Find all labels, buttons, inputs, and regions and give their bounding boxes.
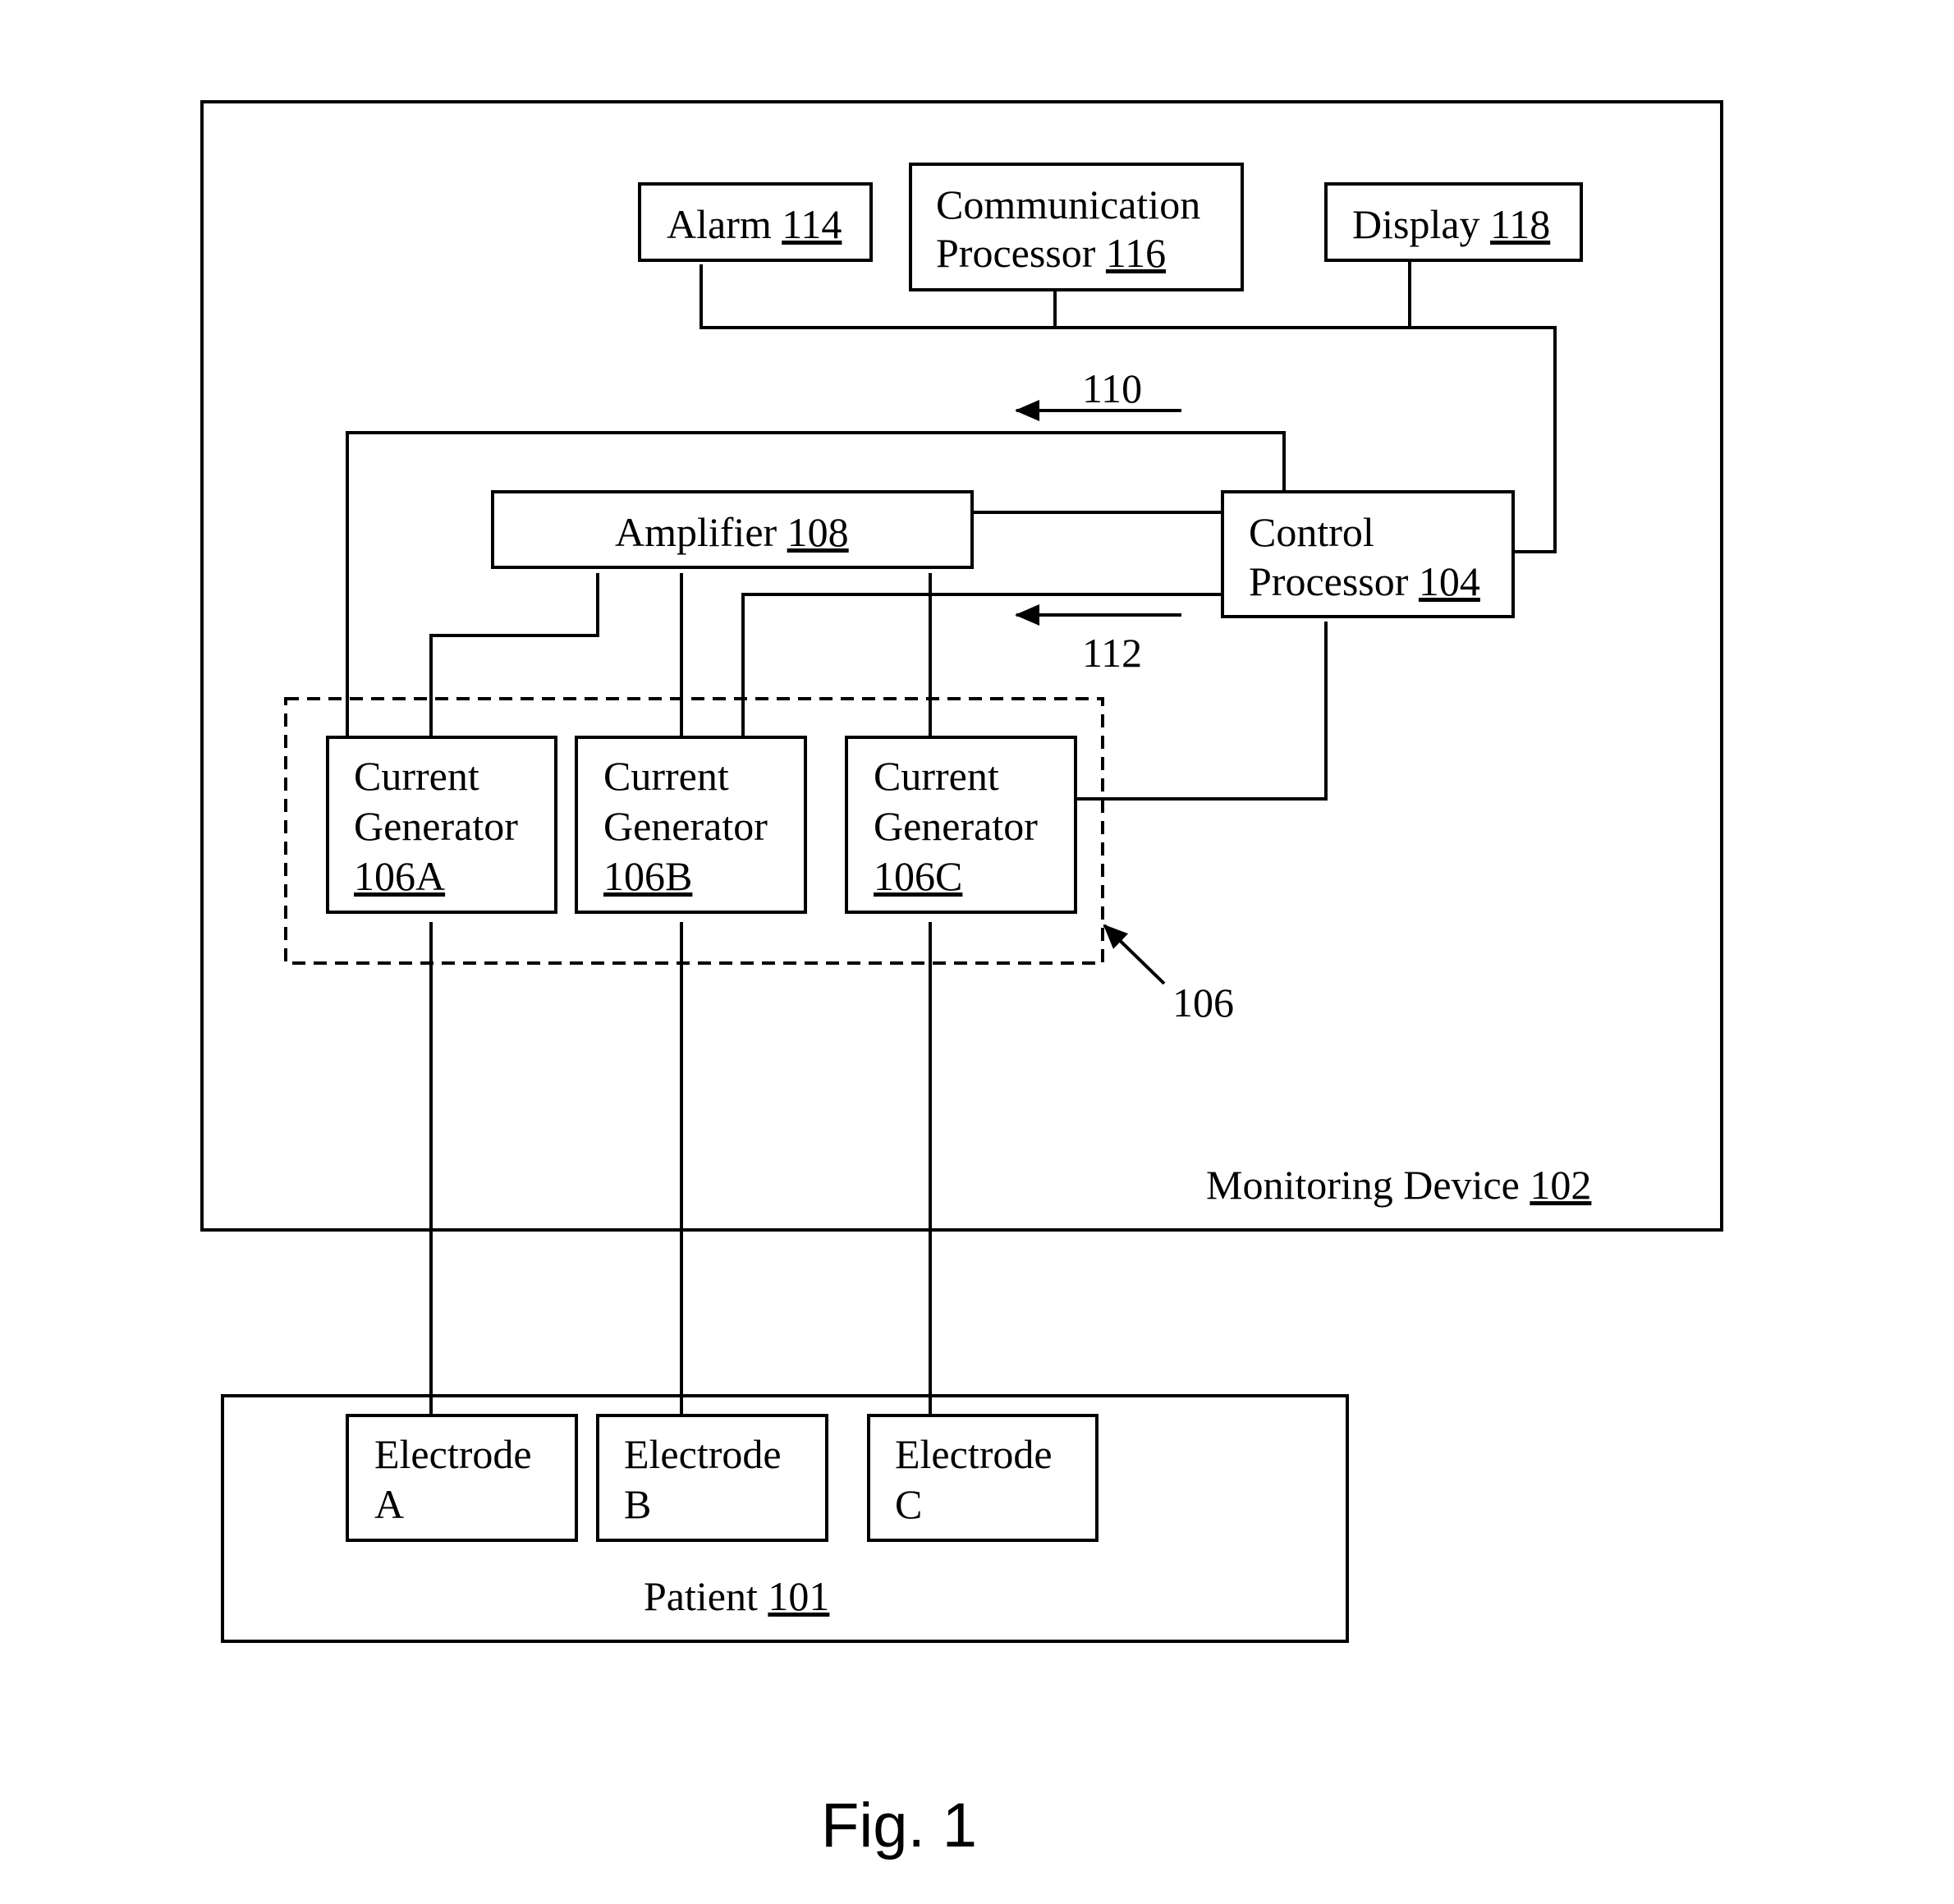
signal-110-label: 110 xyxy=(1082,365,1142,411)
current-generator-a: Current Generator 106A xyxy=(326,736,557,914)
current-generator-a-label-line2: Generator xyxy=(354,803,518,849)
figure-caption: Fig. 1 xyxy=(821,1791,977,1860)
electrode-b-label-line2: B xyxy=(624,1481,651,1527)
current-generator-b-label-line1: Current xyxy=(603,753,729,799)
electrode-c-label-line2: C xyxy=(895,1481,922,1527)
pointer-arrow-icon xyxy=(1103,924,1166,985)
signal-110: 110 xyxy=(1015,365,1181,421)
electrode-b: Electrode B xyxy=(596,1414,828,1542)
alarm-label: Alarm 114 xyxy=(667,201,842,247)
signal-112: 112 xyxy=(1015,604,1181,676)
communication-processor-label-line1: Communication xyxy=(936,181,1200,227)
current-generator-b-ref: 106B xyxy=(603,853,692,899)
amplifier-to-generator-a-line xyxy=(429,573,599,737)
electrode-a-label-line2: A xyxy=(374,1481,404,1527)
electrode-b-label-line1: Electrode xyxy=(624,1431,782,1477)
electrode-c: Electrode C xyxy=(867,1414,1099,1542)
control-processor-label-line2: Processor 104 xyxy=(1249,558,1480,604)
monitoring-device-label: Monitoring Device 102 xyxy=(1206,1162,1591,1208)
electrode-c-label-line1: Electrode xyxy=(895,1431,1053,1477)
communication-processor-label-line2: Processor 116 xyxy=(936,230,1166,276)
current-generator-c: Current Generator 106C xyxy=(845,736,1077,914)
current-generator-b: Current Generator 106B xyxy=(575,736,807,914)
display-label: Display 118 xyxy=(1352,201,1550,247)
electrode-a: Electrode A xyxy=(346,1414,578,1542)
signal-112-label: 112 xyxy=(1082,630,1142,676)
current-generator-a-ref: 106A xyxy=(354,853,445,899)
current-generator-c-ref: 106C xyxy=(874,853,962,899)
amplifier-block: Amplifier 108 xyxy=(491,490,974,569)
display-block: Display 118 xyxy=(1324,182,1583,262)
current-generator-group-label: 106 xyxy=(1172,980,1234,1025)
current-generator-c-label-line2: Generator xyxy=(874,803,1038,849)
block-diagram: Monitoring Device 102 Alarm 114 Communic… xyxy=(200,100,1723,1860)
communication-processor-block: Communication Processor 116 xyxy=(909,163,1244,291)
control-processor-label-line1: Control xyxy=(1249,509,1374,555)
current-generator-c-label-line1: Current xyxy=(874,753,999,799)
control-processor-block: Control Processor 104 xyxy=(1221,490,1515,618)
patient-label: Patient 101 xyxy=(644,1573,829,1619)
current-generator-b-label-line2: Generator xyxy=(603,803,768,849)
control-to-generator-a-line xyxy=(346,431,1286,737)
amplifier-label: Amplifier 108 xyxy=(615,509,849,555)
alarm-block: Alarm 114 xyxy=(638,182,873,262)
current-generator-a-label-line1: Current xyxy=(354,753,479,799)
electrode-a-label-line1: Electrode xyxy=(374,1431,532,1477)
